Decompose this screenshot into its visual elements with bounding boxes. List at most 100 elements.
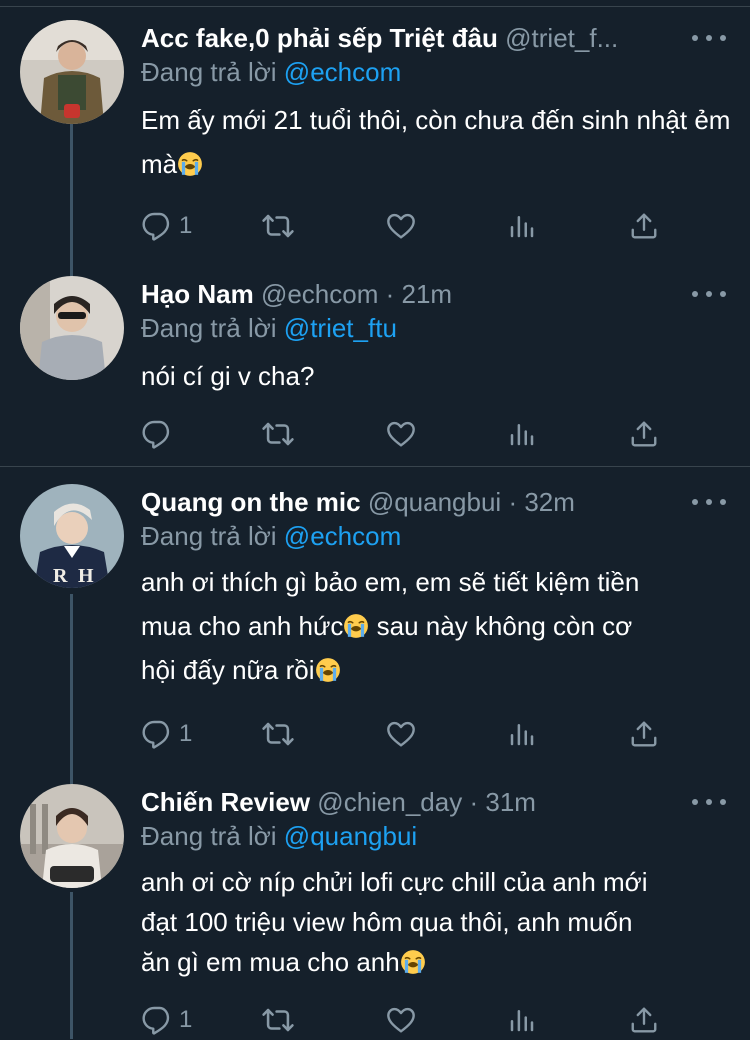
like-icon bbox=[385, 1004, 417, 1036]
separator-dot: · bbox=[469, 787, 479, 817]
retweet-icon bbox=[261, 1003, 295, 1037]
tweet-text: anh ơi thích gì bảo em, em sẽ tiết kiệm … bbox=[141, 560, 731, 692]
user-handle[interactable]: @quangbui bbox=[368, 487, 501, 517]
tweet-text-content: nói cí gi v cha? bbox=[141, 361, 315, 391]
tweet-text-line: mua cho anh hức sau này không còn cơ bbox=[141, 604, 731, 648]
reply-button[interactable] bbox=[141, 414, 179, 454]
divider bbox=[0, 6, 750, 7]
reply-mention[interactable]: @echcom bbox=[284, 57, 401, 87]
tweet-header: Hạo Nam @echcom · 21m bbox=[141, 276, 681, 312]
reply-icon bbox=[141, 210, 173, 242]
reply-icon bbox=[141, 1004, 173, 1036]
user-handle[interactable]: @triet_f... bbox=[505, 23, 618, 53]
reply-mention[interactable]: @quangbui bbox=[284, 821, 417, 851]
timestamp[interactable]: 32m bbox=[524, 487, 575, 517]
share-icon bbox=[629, 419, 659, 449]
more-icon[interactable] bbox=[692, 284, 726, 304]
separator-dot: · bbox=[385, 279, 395, 309]
loudly-crying-face-icon bbox=[343, 613, 369, 639]
reply-button[interactable]: 1 bbox=[141, 1000, 192, 1040]
analytics-icon bbox=[507, 211, 537, 241]
retweet-button[interactable] bbox=[261, 414, 301, 454]
tweet-text-content: Em ấy mới 21 tuổi thôi, còn chưa đến sin… bbox=[141, 105, 731, 179]
retweet-icon bbox=[261, 717, 295, 751]
reply-count: 1 bbox=[179, 720, 193, 747]
like-button[interactable] bbox=[385, 206, 423, 246]
reply-mention[interactable]: @triet_ftu bbox=[284, 313, 397, 343]
avatar[interactable] bbox=[20, 20, 124, 124]
tweet-actions: 1 bbox=[141, 1000, 721, 1040]
more-icon[interactable] bbox=[692, 28, 726, 48]
tweet-header: Acc fake,0 phải sếp Triệt đâu @triet_f..… bbox=[141, 20, 681, 56]
retweet-button[interactable] bbox=[261, 714, 301, 754]
divider bbox=[0, 466, 750, 467]
loudly-crying-face-icon bbox=[315, 657, 341, 683]
replying-to-label: Đang trả lời bbox=[141, 521, 277, 551]
svg-text:R: R bbox=[53, 565, 68, 587]
reply-button[interactable]: 1 bbox=[141, 206, 192, 246]
replying-to: Đang trả lời @echcom bbox=[141, 518, 401, 554]
tweet[interactable]: Acc fake,0 phải sếp Triệt đâu @triet_f..… bbox=[0, 20, 750, 260]
analytics-button[interactable] bbox=[507, 714, 537, 754]
tweet-text-line: ăn gì em mua cho anh bbox=[141, 942, 731, 982]
svg-text:H: H bbox=[78, 565, 94, 587]
tweet-actions: 1 bbox=[141, 714, 721, 754]
share-icon bbox=[629, 211, 659, 241]
share-button[interactable] bbox=[629, 714, 659, 754]
like-icon bbox=[385, 718, 417, 750]
retweet-button[interactable] bbox=[261, 1000, 301, 1040]
replying-to: Đang trả lời @quangbui bbox=[141, 818, 417, 854]
analytics-button[interactable] bbox=[507, 414, 537, 454]
reply-count: 1 bbox=[179, 212, 193, 239]
display-name[interactable]: Hạo Nam bbox=[141, 279, 254, 309]
analytics-button[interactable] bbox=[507, 1000, 537, 1040]
share-icon bbox=[629, 719, 659, 749]
tweet-text-segment: hội đấy nữa rồi bbox=[141, 655, 315, 685]
more-icon[interactable] bbox=[692, 792, 726, 812]
avatar[interactable]: R H bbox=[20, 484, 124, 588]
analytics-button[interactable] bbox=[507, 206, 537, 246]
like-icon bbox=[385, 210, 417, 242]
share-button[interactable] bbox=[629, 206, 659, 246]
replying-to: Đang trả lời @triet_ftu bbox=[141, 310, 397, 346]
share-button[interactable] bbox=[629, 414, 659, 454]
display-name[interactable]: Quang on the mic bbox=[141, 487, 361, 517]
like-button[interactable] bbox=[385, 1000, 423, 1040]
replying-to-label: Đang trả lời bbox=[141, 57, 277, 87]
tweet-text-line: hội đấy nữa rồi bbox=[141, 648, 731, 692]
reply-button[interactable]: 1 bbox=[141, 714, 192, 754]
retweet-button[interactable] bbox=[261, 206, 301, 246]
tweet-header: Quang on the mic @quangbui · 32m bbox=[141, 484, 681, 520]
avatar[interactable] bbox=[20, 784, 124, 888]
tweet-actions bbox=[141, 414, 721, 454]
analytics-icon bbox=[507, 1005, 537, 1035]
share-button[interactable] bbox=[629, 1000, 659, 1040]
tweet-text: Em ấy mới 21 tuổi thôi, còn chưa đến sin… bbox=[141, 98, 731, 186]
display-name[interactable]: Chiến Review bbox=[141, 787, 310, 817]
display-name[interactable]: Acc fake,0 phải sếp Triệt đâu bbox=[141, 23, 498, 53]
tweet-text-line: anh ơi thích gì bảo em, em sẽ tiết kiệm … bbox=[141, 567, 640, 597]
tweet-text-line: anh ơi cờ níp chửi lofi cực chill của an… bbox=[141, 867, 648, 897]
loudly-crying-face-icon bbox=[400, 949, 426, 975]
reply-count: 1 bbox=[179, 1006, 193, 1033]
user-handle[interactable]: @chien_day bbox=[317, 787, 462, 817]
separator-dot: · bbox=[508, 487, 518, 517]
tweet-actions: 1 bbox=[141, 206, 721, 246]
tweet-text-segment: mua cho anh hức bbox=[141, 611, 344, 641]
replying-to-label: Đang trả lời bbox=[141, 313, 277, 343]
like-button[interactable] bbox=[385, 714, 423, 754]
user-handle[interactable]: @echcom bbox=[261, 279, 378, 309]
more-icon[interactable] bbox=[692, 492, 726, 512]
tweet-text-line: đạt 100 triệu view hôm qua thôi, anh muố… bbox=[141, 907, 633, 937]
avatar[interactable] bbox=[20, 276, 124, 380]
reply-mention[interactable]: @echcom bbox=[284, 521, 401, 551]
replying-to: Đang trả lời @echcom bbox=[141, 54, 401, 90]
tweet[interactable]: Chiến Review @chien_day · 31m Đang trả l… bbox=[0, 784, 750, 1039]
timestamp[interactable]: 31m bbox=[485, 787, 536, 817]
tweet[interactable]: R H Quang on the mic @quangbui · 32m Đan… bbox=[0, 484, 750, 774]
like-button[interactable] bbox=[385, 414, 423, 454]
analytics-icon bbox=[507, 719, 537, 749]
like-icon bbox=[385, 418, 417, 450]
timestamp[interactable]: 21m bbox=[402, 279, 453, 309]
tweet[interactable]: Hạo Nam @echcom · 21m Đang trả lời @trie… bbox=[0, 276, 750, 456]
